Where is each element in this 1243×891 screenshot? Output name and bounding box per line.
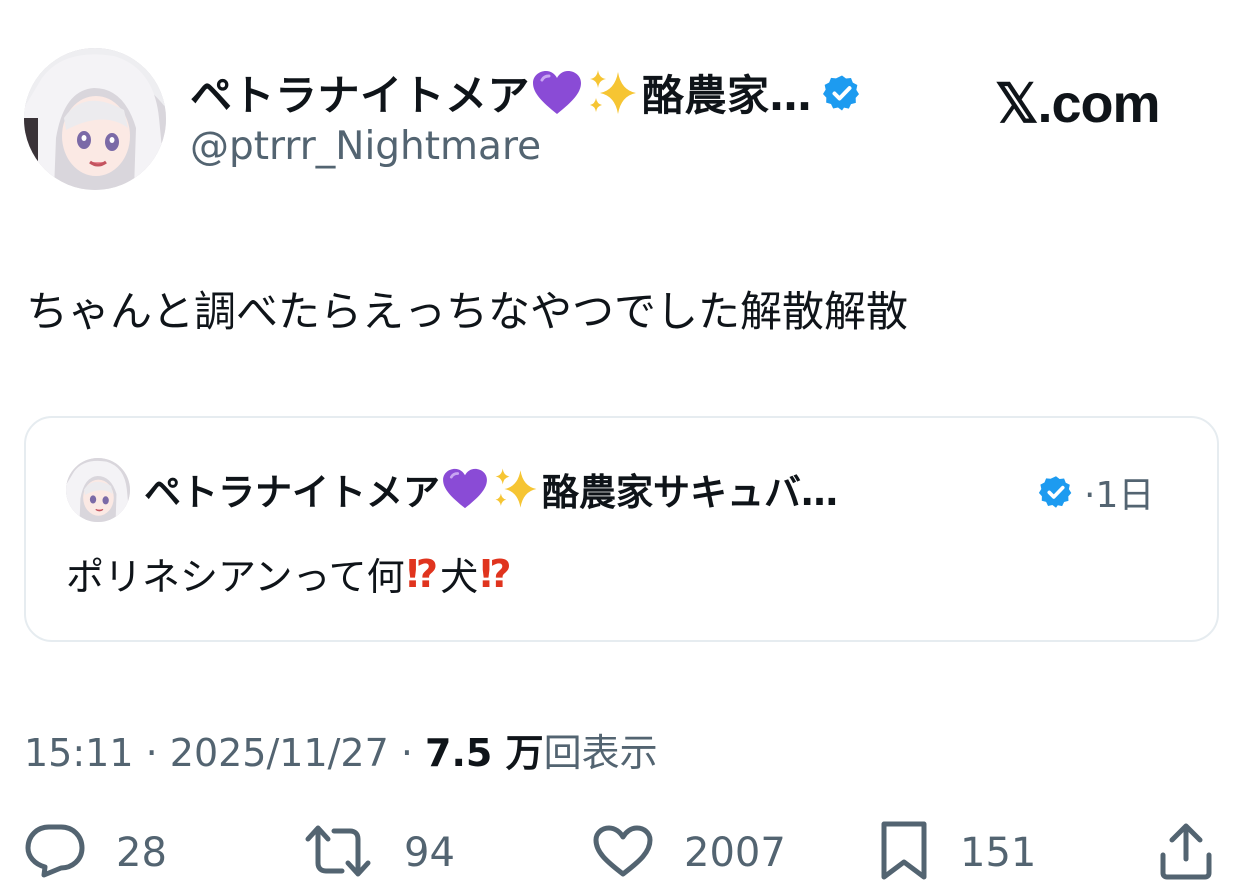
quote-author-name-text: ペトラナイトメア [144, 471, 440, 514]
like-count: 2007 [684, 830, 786, 876]
bookmark-count: 151 [960, 830, 1037, 876]
retweet-icon [302, 823, 374, 883]
quote-tweet-card[interactable]: ペトラナイトメア 酪農家サキュバ… ·1日 ポリネシアンって何 ⁉ 犬 ⁉ [24, 416, 1219, 642]
tweet-text: ちゃんと調べたらえっちなやつでした解散解散 [26, 287, 909, 336]
quote-text-part2: 犬 [440, 555, 479, 599]
separator-dot: · [388, 731, 426, 775]
quote-text: ポリネシアンって何 ⁉ 犬 ⁉ [66, 546, 514, 601]
x-brand-logo: 𝕏.com [995, 74, 1161, 134]
bookmark-icon [878, 820, 930, 886]
tweet-date[interactable]: 2025/11/27 [170, 731, 389, 775]
reply-button[interactable]: 28 [24, 823, 167, 883]
author-display-name[interactable]: ペトラナイトメア 酪農家… [190, 62, 862, 123]
views-count: 7.5 万 [425, 731, 544, 775]
author-name-suffix: 酪農家… [642, 71, 813, 120]
author-name-text: ペトラナイトメア [190, 71, 531, 120]
verified-badge-icon [822, 73, 862, 113]
heart-icon [592, 824, 654, 882]
sparkles-icon [492, 466, 540, 512]
quote-author-avatar[interactable] [66, 458, 130, 522]
author-avatar[interactable] [24, 48, 166, 190]
verified-badge-icon [1038, 474, 1074, 510]
quote-meta: ·1日 [1038, 466, 1154, 518]
separator-dot: · [133, 731, 170, 775]
quote-author-display-name[interactable]: ペトラナイトメア 酪農家サキュバ… [144, 462, 838, 516]
quote-text-part1: ポリネシアンって何 [66, 555, 405, 599]
retweet-button[interactable]: 94 [302, 823, 455, 883]
tweet-meta: 15:11 · 2025/11/27 · 7.5 万回表示 [24, 722, 658, 777]
exclamation-question-icon: ⁉ [406, 551, 438, 596]
tweet-view: ペトラナイトメア 酪農家… @ptrrr_Nightmare 𝕏.com ちゃん… [0, 0, 1243, 891]
share-button[interactable] [1158, 823, 1214, 883]
reply-icon [24, 823, 86, 883]
views-label: 回表示 [543, 731, 658, 775]
purple-heart-icon [442, 468, 488, 510]
author-handle[interactable]: @ptrrr_Nightmare [190, 124, 541, 169]
exclamation-question-icon: ⁉ [480, 551, 511, 596]
bookmark-button[interactable]: 151 [878, 820, 1037, 886]
retweet-count: 94 [404, 830, 455, 876]
share-icon [1158, 821, 1214, 885]
reply-count: 28 [116, 830, 167, 876]
sparkles-icon [586, 68, 640, 118]
quote-author-name-suffix: 酪農家サキュバ… [542, 471, 838, 514]
quote-time[interactable]: ·1日 [1084, 466, 1154, 518]
tweet-time[interactable]: 15:11 [24, 731, 134, 775]
purple-heart-icon [532, 70, 582, 116]
like-button[interactable]: 2007 [592, 823, 786, 883]
